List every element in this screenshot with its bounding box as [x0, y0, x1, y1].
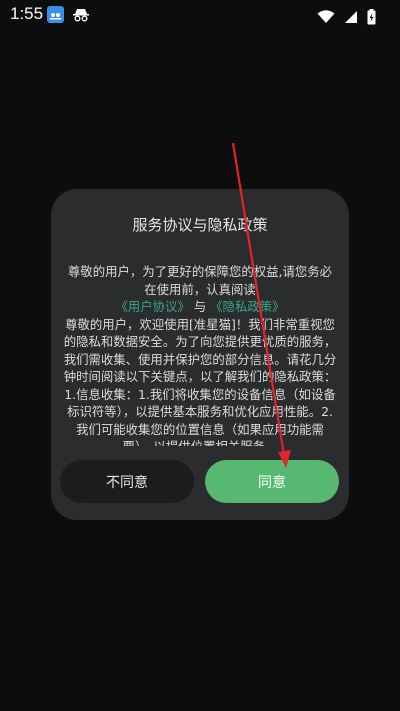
- annotation-arrow-icon: [231, 142, 291, 468]
